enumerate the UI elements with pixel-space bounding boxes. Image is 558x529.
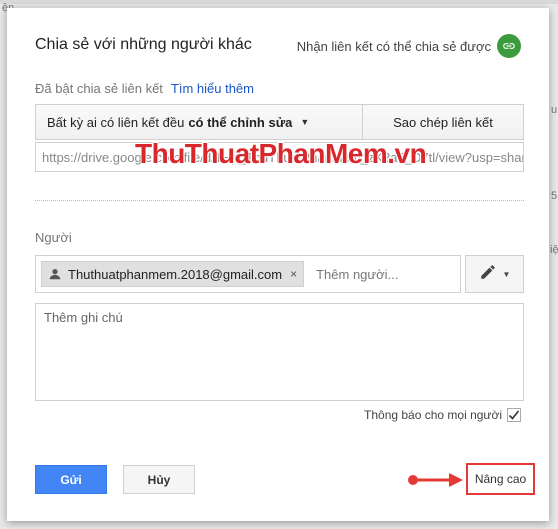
link-sharing-status-text: Đã bật chia sẻ liên kết [35,81,163,96]
get-shareable-link[interactable]: Nhận liên kết có thể chia sẻ được [297,34,521,58]
link-sharing-status: Đã bật chia sẻ liên kết Tìm hiểu thêm [35,81,254,96]
arrow-annotation-icon [408,473,463,487]
send-button[interactable]: Gửi [35,465,107,494]
notify-row: Thông báo cho mọi người [364,408,521,422]
cancel-button[interactable]: Hủy [123,465,195,494]
share-url-field[interactable]: https://drive.google.com/file/d/1Hp_ThuT… [35,142,524,172]
remove-chip-icon[interactable]: × [290,267,297,281]
pencil-icon [479,263,497,286]
notify-checkbox[interactable] [507,408,521,422]
link-access-dropdown[interactable]: Bất kỳ ai có liên kết đều có thể chỉnh s… [36,105,363,139]
background-text-right-1: u [551,104,558,116]
link-access-row: Bất kỳ ai có liên kết đều có thể chỉnh s… [35,104,524,140]
section-divider [35,200,524,201]
people-label: Người [35,230,72,245]
permission-dropdown[interactable]: ▼ [465,255,524,293]
recipient-email: Thuthuatphanmem.2018@gmail.com [68,266,283,282]
share-dialog: Chia sẻ với những người khác Nhận liên k… [7,8,549,521]
checkmark-icon [508,410,520,420]
background-top-strip [0,0,558,4]
note-textarea[interactable] [35,303,524,401]
access-level: có thể chỉnh sửa [188,114,293,130]
background-text-right-3: iệ [550,244,558,256]
background-text-right-2: 5 [551,190,558,202]
copy-link-button[interactable]: Sao chép liên kết [363,105,523,139]
dialog-title: Chia sẻ với những người khác [35,36,252,53]
caret-down-icon: ▼ [502,269,511,279]
learn-more-link[interactable]: Tìm hiểu thêm [171,81,254,96]
link-icon[interactable] [497,34,521,58]
access-prefix: Bất kỳ ai có liên kết đều [47,114,185,130]
recipient-chip: Thuthuatphanmem.2018@gmail.com × [41,261,305,287]
add-people-input[interactable] [314,265,449,283]
people-input-box[interactable]: Thuthuatphanmem.2018@gmail.com × [35,255,461,293]
person-icon [48,267,62,281]
notify-label: Thông báo cho mọi người [364,408,502,422]
get-link-label: Nhận liên kết có thể chia sẻ được [296,38,491,54]
advanced-button[interactable]: Nâng cao [466,463,535,495]
caret-down-icon: ▼ [300,117,310,127]
